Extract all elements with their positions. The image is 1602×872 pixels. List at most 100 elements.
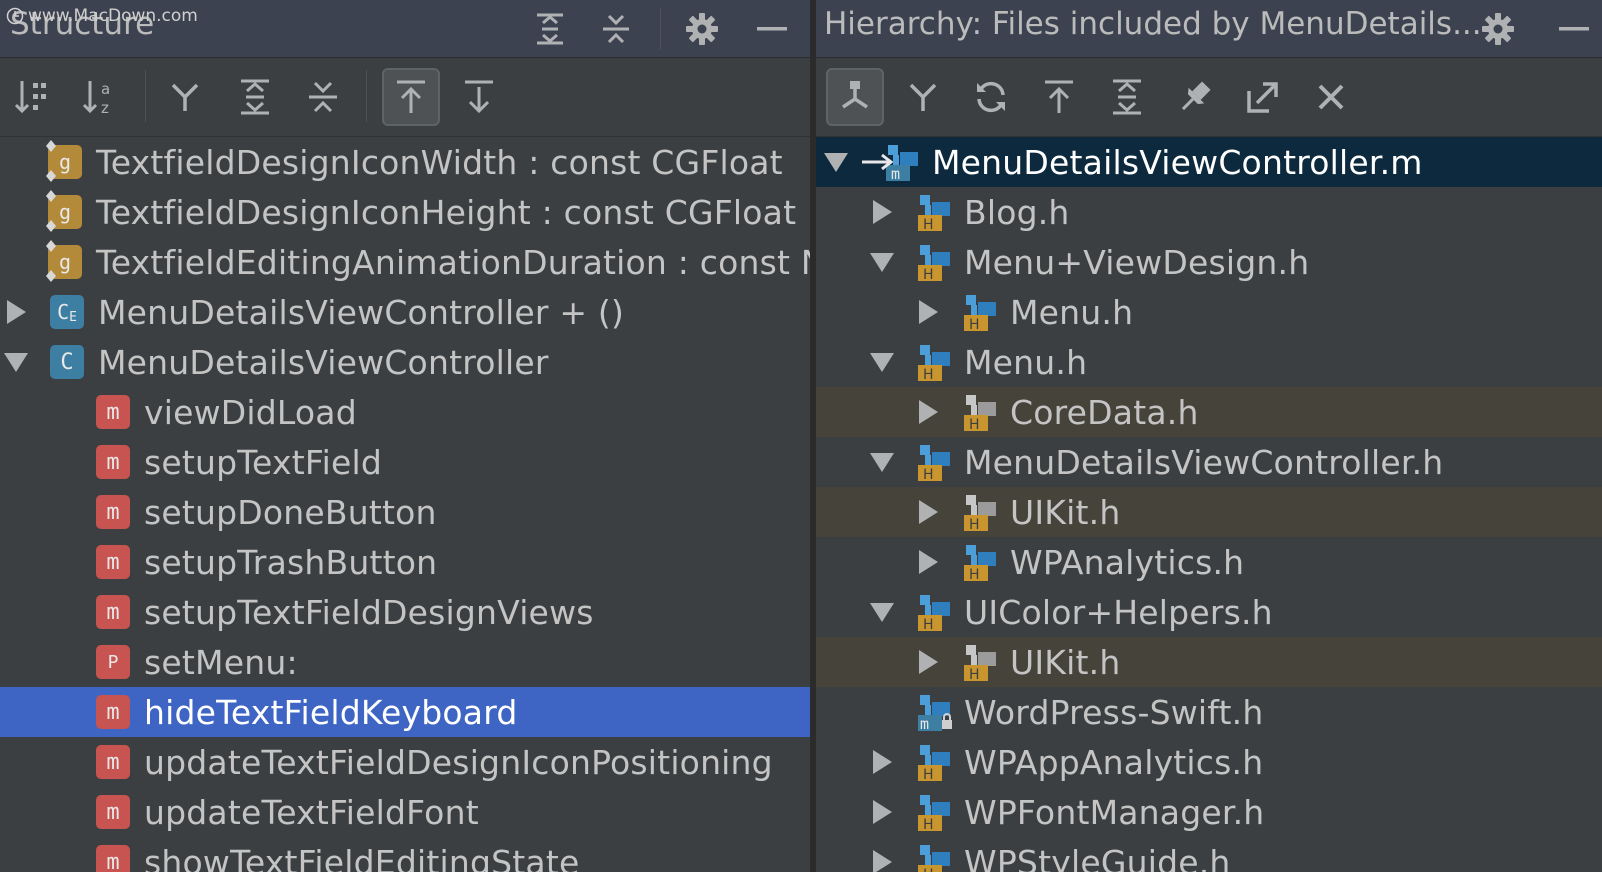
tree-toggle[interactable] [868,448,896,476]
minimize-button[interactable] [1552,8,1596,50]
collapse-arrow-icon [4,353,28,372]
tree-item-label: setupTrashButton [144,542,438,582]
structure-tree-item[interactable]: m updateTextFieldFont [0,787,810,837]
header-file-icon: H [918,595,950,633]
hierarchy-tree-item[interactable]: H WPAppAnalytics.h [816,737,1602,787]
expand-arrow-icon [7,300,26,324]
autoscroll-to-source-button[interactable] [1030,68,1088,126]
tree-toggle[interactable] [2,298,30,326]
autoscroll-to-source-icon [1045,80,1073,113]
toolbar-separator [145,70,146,122]
hierarchy-tree-item[interactable]: H UIKit.h [816,487,1602,537]
framework-header-icon: H [964,395,996,433]
autoscroll-to-source-button[interactable] [382,68,440,126]
tree-toggle[interactable] [822,148,850,176]
class-icon: C [50,345,84,379]
hierarchy-tree-item[interactable]: H WPFontManager.h [816,787,1602,837]
hierarchy-tree-item[interactable]: m MenuDetailsViewController.m [816,137,1602,187]
header-file-icon: H [918,445,950,483]
item-icon-wrapper: H [914,593,952,633]
hierarchy-tree-item[interactable]: H Menu.h [816,337,1602,387]
structure-tree-item[interactable]: m updateTextFieldDesignIconPositioning [0,737,810,787]
autoscroll-to-source-icon [397,80,425,113]
collapse-all-toolbar-button[interactable] [294,68,352,126]
refresh-button[interactable] [962,68,1020,126]
tree-toggle[interactable] [914,398,942,426]
structure-tree-item[interactable]: m viewDidLoad [0,387,810,437]
tree-toggle[interactable] [868,848,896,872]
expand-arrow-icon [919,650,938,674]
item-icon-wrapper: m [94,793,132,831]
hierarchy-tree-item[interactable]: H UIColor+Helpers.h [816,587,1602,637]
close-icon [1318,84,1344,110]
minimize-icon [757,27,787,31]
settings-button[interactable] [680,8,724,50]
structure-tree-item[interactable]: m hideTextFieldKeyboard [0,687,810,737]
item-icon-wrapper: m [94,693,132,731]
hierarchy-tree-item[interactable]: H UIKit.h [816,637,1602,687]
item-icon-wrapper: CE [48,293,86,331]
structure-tree-item[interactable]: m setupDoneButton [0,487,810,537]
structure-tree-item[interactable]: m showTextFieldEditingState [0,837,810,872]
structure-tree-item[interactable]: m setupTrashButton [0,537,810,587]
structure-tree-item[interactable]: g TextfieldDesignIconHeight : const CGFl… [0,187,810,237]
item-icon-wrapper: m [94,593,132,631]
includees-hierarchy-button[interactable] [894,68,952,126]
tree-toggle[interactable] [914,498,942,526]
structure-tree-item[interactable]: m setupTextFieldDesignViews [0,587,810,637]
item-icon-wrapper: m [94,393,132,431]
tree-item-label: WPStyleGuide.h [964,842,1231,872]
expand-arrow-icon [873,200,892,224]
export-button[interactable] [1234,68,1292,126]
hierarchy-tree-item[interactable]: H MenuDetailsViewController.h [816,437,1602,487]
expand-all-icon [241,79,269,115]
structure-tree-item[interactable]: C E MenuDetailsViewController + () [0,287,810,337]
collapse-all-button[interactable] [594,8,638,50]
minimize-button[interactable] [750,8,794,50]
tree-toggle[interactable] [868,798,896,826]
structure-tree-item[interactable]: PsetMenu: [0,637,810,687]
hierarchy-tree-item[interactable]: H Menu+ViewDesign.h [816,237,1602,287]
tree-toggle[interactable] [914,648,942,676]
tree-toggle[interactable] [868,348,896,376]
tree-toggle[interactable] [914,548,942,576]
hierarchy-tree-item[interactable]: H Blog.h [816,187,1602,237]
tree-item-label: updateTextFieldDesignIconPositioning [144,742,773,782]
root-arrow-icon [860,152,900,172]
hierarchy-tree-item[interactable]: H CoreData.h [816,387,1602,437]
show-inherited-button[interactable] [156,68,214,126]
tree-toggle[interactable] [914,298,942,326]
expand-arrow-icon [919,400,938,424]
expand-all-toolbar-button[interactable] [226,68,284,126]
expand-arrow-icon [919,300,938,324]
tree-toggle-spacer [868,698,896,726]
tree-toggle[interactable] [868,748,896,776]
tree-toggle[interactable] [2,348,30,376]
hierarchy-tree-item[interactable]: H Menu.h [816,287,1602,337]
pin-tab-button[interactable] [1166,68,1224,126]
hierarchy-tree-item[interactable]: H WPStyleGuide.h [816,837,1602,872]
tree-toggle[interactable] [868,598,896,626]
tree-item-label: UIColor+Helpers.h [964,592,1273,632]
svg-text:H: H [969,317,980,333]
structure-tree-item[interactable]: C MenuDetailsViewController [0,337,810,387]
structure-tree-item[interactable]: g TextfieldEditingAnimationDuration : co… [0,237,810,287]
close-button[interactable] [1302,68,1360,126]
sort-alphabetically-button[interactable]: az [70,68,128,126]
expand-all-button[interactable] [528,8,572,50]
method-icon: m [96,745,130,779]
item-icon-wrapper: m [914,693,952,733]
tree-toggle[interactable] [868,248,896,276]
includers-hierarchy-button[interactable] [826,68,884,126]
tree-toggle[interactable] [868,198,896,226]
sort-by-visibility-button[interactable] [2,68,60,126]
expand-all-button[interactable] [1098,68,1156,126]
autoscroll-from-source-button[interactable] [450,68,508,126]
settings-button[interactable] [1476,8,1520,50]
structure-tree-item[interactable]: g TextfieldDesignIconWidth : const CGFlo… [0,137,810,187]
structure-tree-item[interactable]: m setupTextField [0,437,810,487]
expand-arrow-icon [919,550,938,574]
item-icon-wrapper: m [94,543,132,581]
hierarchy-tree-item[interactable]: m WordPress-Swift.h [816,687,1602,737]
hierarchy-tree-item[interactable]: H WPAnalytics.h [816,537,1602,587]
